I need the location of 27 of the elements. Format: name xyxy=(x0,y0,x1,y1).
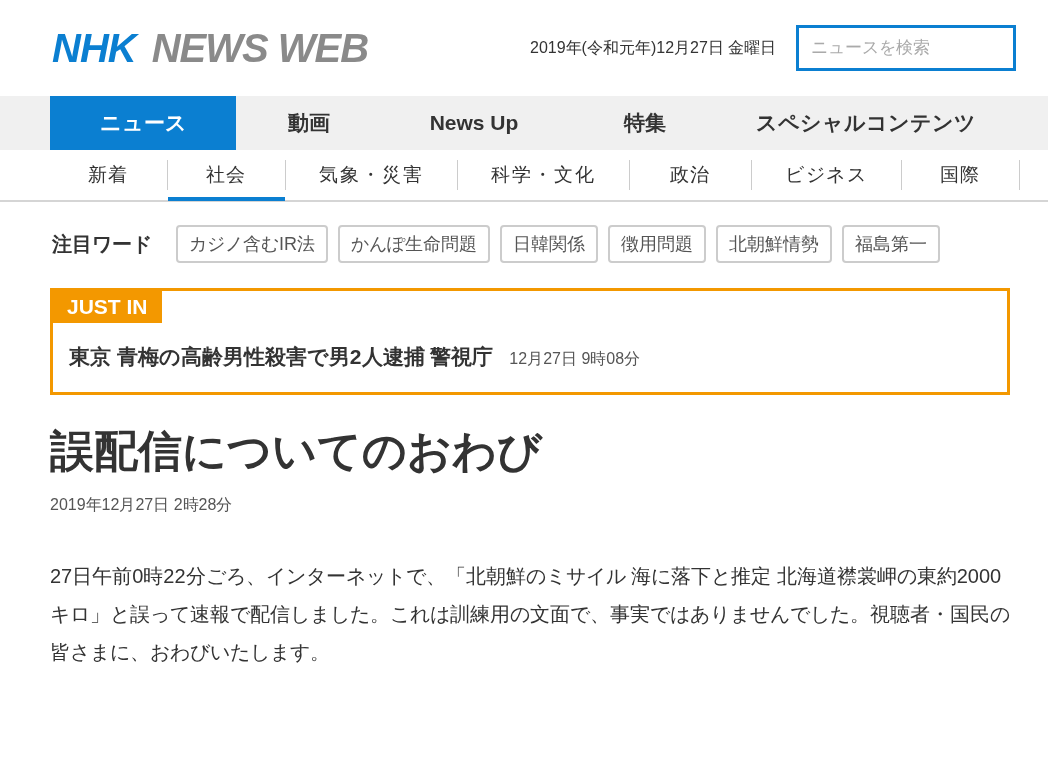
nav-tab[interactable]: ニュース xyxy=(50,96,236,150)
keyword-tag[interactable]: カジノ含むIR法 xyxy=(176,225,328,263)
just-in-badge: JUST IN xyxy=(53,291,162,323)
category-link[interactable]: 政治 xyxy=(630,149,751,201)
category-link[interactable]: 新着 xyxy=(50,149,167,201)
keywords-label: 注目ワード xyxy=(52,232,152,257)
keyword-tag[interactable]: かんぽ生命問題 xyxy=(338,225,490,263)
article-body: 27日午前0時22分ごろ、インターネットで、「北朝鮮のミサイル 海に落下と推定 北海道襟裳岬の東約2000キロ」と誤って速報で配信しました。これは訓練用の文面で、事実ではありませんでした。視聴者・国民の皆さまに、おわびいたします。 xyxy=(49,564,1011,665)
category-link[interactable]: 社会 xyxy=(168,149,285,201)
nav-tab[interactable]: 特集 xyxy=(567,96,722,150)
keyword-tag[interactable]: 福島第一 xyxy=(842,225,940,263)
news-headline[interactable]: 東京 青梅の高齢男性殺害で男2人逮捕 警視庁 xyxy=(69,341,494,373)
category-link[interactable]: 気象・災害 xyxy=(286,149,457,201)
category-link[interactable]: ビジネス xyxy=(752,149,901,201)
article-title: 誤配信についてのおわび xyxy=(49,425,544,477)
category-link[interactable]: 科学・文化 xyxy=(458,149,629,201)
nav-tab[interactable]: スペシャルコンテンツ xyxy=(722,96,1010,150)
search-field[interactable]: ニュースを検索 xyxy=(796,25,1017,71)
current-date: 2019年(令和元年)12月27日 金曜日 xyxy=(530,38,777,58)
nav-tab[interactable]: 動画 xyxy=(236,96,381,150)
keyword-tag[interactable]: 徴用問題 xyxy=(608,225,706,263)
news-time: 12月27日 9時08分 xyxy=(509,349,641,369)
article-date: 2019年12月27日 2時28分 xyxy=(49,495,234,515)
nav-tab[interactable]: News Up xyxy=(381,96,567,150)
category-link[interactable]: 国際 xyxy=(902,149,1019,201)
keyword-tag[interactable]: 北朝鮮情勢 xyxy=(716,225,832,263)
keyword-tag[interactable]: 日韓関係 xyxy=(500,225,598,263)
